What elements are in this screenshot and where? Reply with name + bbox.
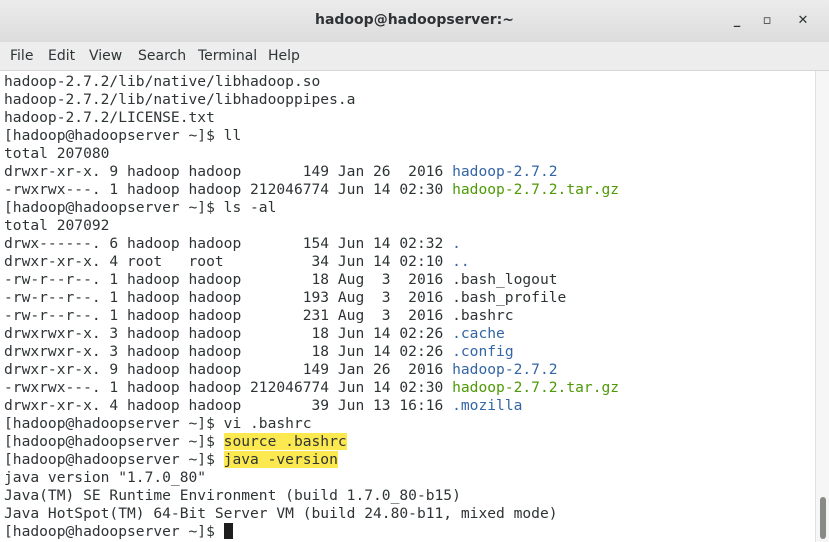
terminal-line: drwxr-xr-x. 4 hadoop hadoop 39 Jun 13 16… bbox=[4, 397, 522, 415]
line-text: hadoop-2.7.2/lib/native/libhadoop.so bbox=[4, 73, 321, 90]
terminal-line: [hadoop@hadoopserver ~]$ ls -al bbox=[4, 199, 276, 217]
terminal-line: drwxr-xr-x. 9 hadoop hadoop 149 Jan 26 2… bbox=[4, 163, 558, 181]
terminal-line: -rwxrwx---. 1 hadoop hadoop 212046774 Ju… bbox=[4, 181, 619, 199]
terminal-line: drwxrwxr-x. 3 hadoop hadoop 18 Jun 14 02… bbox=[4, 325, 505, 343]
line-text: drwxr-xr-x. 4 root root 34 Jun 14 02:10 bbox=[4, 253, 453, 270]
terminal-line: -rw-r--r--. 1 hadoop hadoop 18 Aug 3 201… bbox=[4, 271, 558, 289]
terminal-line: [hadoop@hadoopserver ~]$ source .bashrc bbox=[4, 433, 347, 451]
line-text: Java(TM) SE Runtime Environment (build 1… bbox=[4, 487, 461, 504]
terminal-line: total 207092 bbox=[4, 217, 109, 235]
minimize-button[interactable]: _ bbox=[725, 9, 749, 33]
terminal-line: drwxr-xr-x. 9 hadoop hadoop 149 Jan 26 2… bbox=[4, 361, 558, 379]
terminal-line: total 207080 bbox=[4, 145, 109, 163]
terminal-line: hadoop-2.7.2/lib/native/libhadooppipes.a bbox=[4, 91, 355, 109]
line-text: drwxrwxr-x. 3 hadoop hadoop 18 Jun 14 02… bbox=[4, 343, 453, 360]
terminal-line: drwxr-xr-x. 4 root root 34 Jun 14 02:10 … bbox=[4, 253, 470, 271]
file-name: hadoop-2.7.2 bbox=[452, 361, 558, 378]
line-text: -rwxrwx---. 1 hadoop hadoop 212046774 Ju… bbox=[4, 379, 453, 396]
line-text: total 207092 bbox=[4, 217, 110, 234]
close-button[interactable]: ✕ bbox=[791, 9, 815, 33]
terminal-line: java version "1.7.0_80" bbox=[4, 469, 206, 487]
file-name: .cache bbox=[452, 325, 505, 342]
terminal-line: drwx------. 6 hadoop hadoop 154 Jun 14 0… bbox=[4, 235, 461, 253]
terminal-line: [hadoop@hadoopserver ~]$ bbox=[4, 523, 233, 541]
line-text: drwx------. 6 hadoop hadoop 154 Jun 14 0… bbox=[4, 235, 453, 252]
line-text: total 207080 bbox=[4, 145, 110, 162]
highlighted-command: source .bashrc bbox=[223, 433, 347, 450]
terminal-line: [hadoop@hadoopserver ~]$ vi .bashrc bbox=[4, 415, 312, 433]
terminal-line: Java(TM) SE Runtime Environment (build 1… bbox=[4, 487, 461, 505]
line-text: hadoop-2.7.2/LICENSE.txt bbox=[4, 109, 215, 126]
line-text: [hadoop@hadoopserver ~]$ vi .bashrc bbox=[4, 415, 312, 432]
line-text: hadoop-2.7.2/lib/native/libhadooppipes.a bbox=[4, 91, 356, 108]
line-text: [hadoop@hadoopserver ~]$ ll bbox=[4, 127, 242, 144]
title-bar[interactable]: hadoop@hadoopserver:~ _ ▫ ✕ bbox=[0, 0, 829, 43]
line-text: Java HotSpot(TM) 64-Bit Server VM (build… bbox=[4, 505, 558, 522]
line-text: [hadoop@hadoopserver ~]$ bbox=[4, 523, 224, 540]
file-name: .mozilla bbox=[452, 397, 523, 414]
menu-terminal[interactable]: Terminal bbox=[198, 48, 257, 64]
line-text: drwxr-xr-x. 9 hadoop hadoop 149 Jan 26 2… bbox=[4, 163, 453, 180]
menu-search[interactable]: Search bbox=[138, 48, 186, 64]
terminal-window: hadoop@hadoopserver:~ _ ▫ ✕ File Edit Vi… bbox=[0, 0, 829, 542]
highlighted-command: java -version bbox=[223, 451, 338, 468]
terminal-line: drwxrwxr-x. 3 hadoop hadoop 18 Jun 14 02… bbox=[4, 343, 514, 361]
line-text: drwxr-xr-x. 9 hadoop hadoop 149 Jan 26 2… bbox=[4, 361, 453, 378]
text-cursor bbox=[223, 523, 233, 539]
line-text: [hadoop@hadoopserver ~]$ ls -al bbox=[4, 199, 277, 216]
menu-help[interactable]: Help bbox=[268, 48, 300, 64]
menu-bar: File Edit View Search Terminal Help bbox=[0, 42, 829, 71]
line-text: drwxr-xr-x. 4 hadoop hadoop 39 Jun 13 16… bbox=[4, 397, 453, 414]
line-text: [hadoop@hadoopserver ~]$ bbox=[4, 433, 224, 450]
scrollbar-thumb[interactable] bbox=[820, 497, 826, 539]
file-name: .. bbox=[452, 253, 470, 270]
menu-edit[interactable]: Edit bbox=[48, 48, 75, 64]
line-text: -rw-r--r--. 1 hadoop hadoop 231 Aug 3 20… bbox=[4, 307, 514, 324]
menu-view[interactable]: View bbox=[89, 48, 122, 64]
file-name: hadoop-2.7.2.tar.gz bbox=[452, 181, 620, 198]
menu-file[interactable]: File bbox=[10, 48, 33, 64]
terminal-line: Java HotSpot(TM) 64-Bit Server VM (build… bbox=[4, 505, 558, 523]
window-title: hadoop@hadoopserver:~ bbox=[315, 12, 514, 28]
line-text: [hadoop@hadoopserver ~]$ bbox=[4, 451, 224, 468]
maximize-button[interactable]: ▫ bbox=[755, 9, 779, 33]
line-text: -rw-r--r--. 1 hadoop hadoop 193 Aug 3 20… bbox=[4, 289, 567, 306]
terminal-line: -rwxrwx---. 1 hadoop hadoop 212046774 Ju… bbox=[4, 379, 619, 397]
terminal-line: hadoop-2.7.2/LICENSE.txt bbox=[4, 109, 215, 127]
scrollbar[interactable] bbox=[815, 71, 829, 542]
terminal-line: -rw-r--r--. 1 hadoop hadoop 231 Aug 3 20… bbox=[4, 307, 514, 325]
file-name: hadoop-2.7.2.tar.gz bbox=[452, 379, 620, 396]
terminal-line: -rw-r--r--. 1 hadoop hadoop 193 Aug 3 20… bbox=[4, 289, 566, 307]
file-name: hadoop-2.7.2 bbox=[452, 163, 558, 180]
terminal-output[interactable]: hadoop-2.7.2/lib/native/libhadoop.so hado… bbox=[0, 71, 815, 542]
line-text: java version "1.7.0_80" bbox=[4, 469, 207, 486]
line-text: -rw-r--r--. 1 hadoop hadoop 18 Aug 3 201… bbox=[4, 271, 558, 288]
file-name: .config bbox=[452, 343, 514, 360]
terminal-line: hadoop-2.7.2/lib/native/libhadoop.so bbox=[4, 73, 320, 91]
line-text: drwxrwxr-x. 3 hadoop hadoop 18 Jun 14 02… bbox=[4, 325, 453, 342]
terminal-line: [hadoop@hadoopserver ~]$ ll bbox=[4, 127, 241, 145]
terminal-line: [hadoop@hadoopserver ~]$ java -version bbox=[4, 451, 338, 469]
line-text: -rwxrwx---. 1 hadoop hadoop 212046774 Ju… bbox=[4, 181, 453, 198]
file-name: . bbox=[452, 235, 461, 252]
